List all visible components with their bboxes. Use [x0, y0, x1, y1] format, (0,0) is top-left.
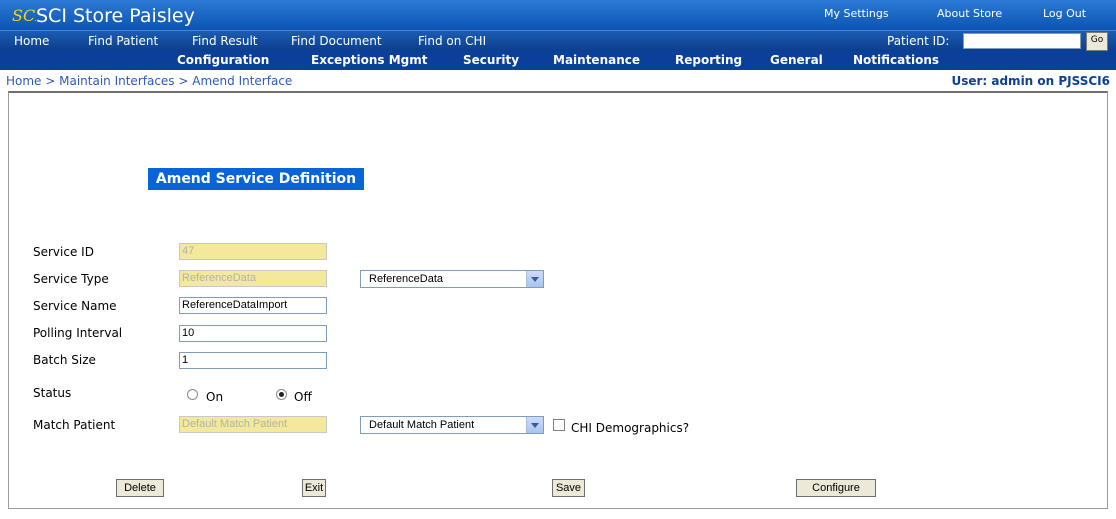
service-type-field: ReferenceData — [179, 270, 327, 287]
my-settings-link[interactable]: My Settings — [824, 7, 889, 21]
service-id-label: Service ID — [33, 245, 94, 259]
nav-configuration[interactable]: Configuration — [177, 53, 269, 68]
nav-notifications[interactable]: Notifications — [853, 53, 939, 68]
service-type-select[interactable]: ReferenceData — [360, 270, 544, 288]
nav-security[interactable]: Security — [463, 53, 519, 68]
nav-home[interactable]: Home — [14, 34, 49, 48]
log-out-link[interactable]: Log Out — [1043, 7, 1086, 21]
chi-demographics-checkbox[interactable] — [553, 419, 565, 431]
secondary-nav: Configuration Exceptions Mgmt Security M… — [0, 51, 1116, 70]
nav-reporting[interactable]: Reporting — [675, 53, 742, 68]
breadcrumb-home-link[interactable]: Home — [6, 74, 41, 88]
service-name-input[interactable]: ReferenceDataImport — [179, 297, 327, 314]
nav-general[interactable]: General — [770, 53, 823, 68]
nav-find-patient[interactable]: Find Patient — [88, 34, 158, 48]
breadcrumb-current: Amend Interface — [192, 74, 293, 88]
content-panel — [8, 91, 1108, 509]
breadcrumb-maintain-interfaces-link[interactable]: Maintain Interfaces — [59, 74, 174, 88]
breadcrumb-separator: > — [41, 74, 60, 88]
service-type-select-value: ReferenceData — [369, 273, 443, 285]
polling-interval-input[interactable]: 10 — [179, 325, 327, 342]
nav-find-on-chi[interactable]: Find on CHI — [418, 34, 486, 48]
batch-size-label: Batch Size — [33, 353, 96, 367]
top-header-bar: SCI SCI Store Paisley My Settings About … — [0, 0, 1116, 30]
chi-demographics-label: CHI Demographics? — [571, 421, 690, 435]
primary-nav: Home Find Patient Find Result Find Docum… — [0, 30, 1116, 51]
breadcrumb: Home > Maintain Interfaces > Amend Inter… — [6, 74, 292, 88]
chevron-down-icon[interactable] — [526, 417, 543, 433]
service-id-field: 47 — [179, 243, 327, 260]
batch-size-input[interactable]: 1 — [179, 352, 327, 369]
service-type-label: Service Type — [33, 272, 109, 286]
patient-id-label: Patient ID: — [887, 34, 950, 48]
status-on-label: On — [206, 390, 224, 404]
status-on-radio[interactable] — [187, 389, 198, 400]
match-patient-select[interactable]: Default Match Patient — [360, 416, 544, 434]
service-name-label: Service Name — [33, 299, 117, 313]
user-info: User: admin on PJSSCI6 — [951, 74, 1110, 88]
match-patient-label: Match Patient — [33, 418, 116, 432]
nav-find-document[interactable]: Find Document — [291, 34, 382, 48]
match-patient-field: Default Match Patient — [179, 416, 327, 433]
app-title: SCI Store Paisley — [36, 5, 195, 27]
configure-button[interactable]: Configure — [796, 479, 876, 497]
sci-logo-icon: SCI — [12, 6, 36, 25]
polling-interval-label: Polling Interval — [33, 326, 123, 340]
nav-exceptions-mgmt[interactable]: Exceptions Mgmt — [311, 53, 428, 68]
status-off-radio[interactable] — [276, 389, 287, 400]
logo-text: SCI — [12, 6, 36, 25]
chevron-down-icon[interactable] — [526, 271, 543, 287]
breadcrumb-separator: > — [174, 74, 193, 88]
status-label: Status — [33, 386, 72, 400]
status-off-label: Off — [294, 390, 312, 404]
save-button[interactable]: Save — [552, 479, 585, 497]
match-patient-select-value: Default Match Patient — [369, 419, 475, 431]
patient-id-input[interactable] — [963, 33, 1081, 49]
delete-button[interactable]: Delete — [116, 479, 164, 497]
exit-button[interactable]: Exit — [302, 479, 326, 497]
page-title: Amend Service Definition — [148, 168, 364, 190]
nav-find-result[interactable]: Find Result — [192, 34, 257, 48]
about-store-link[interactable]: About Store — [937, 7, 1002, 21]
go-button[interactable]: Go — [1086, 32, 1108, 51]
nav-maintenance[interactable]: Maintenance — [553, 53, 640, 68]
breadcrumb-bar: Home > Maintain Interfaces > Amend Inter… — [0, 71, 1116, 91]
